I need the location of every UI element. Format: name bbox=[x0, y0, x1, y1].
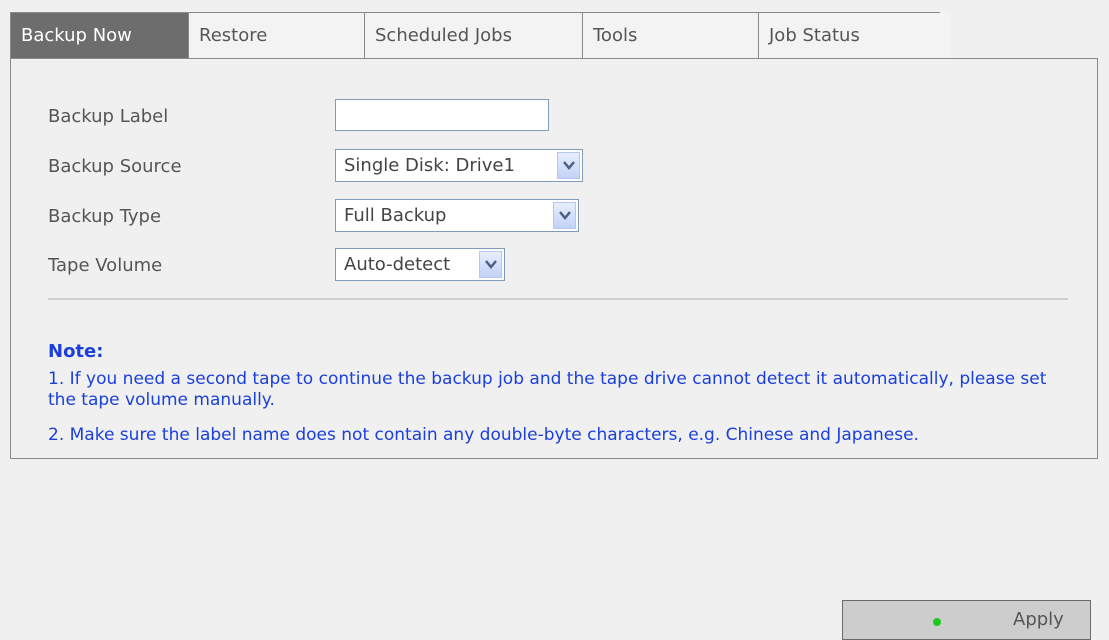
backup-type-label: Backup Type bbox=[48, 206, 162, 227]
note-item-1: 1. If you need a second tape to continue… bbox=[48, 369, 1047, 410]
backup-label-input[interactable] bbox=[335, 99, 549, 131]
backup-label-label: Backup Label bbox=[48, 106, 169, 127]
backup-now-panel: Backup Label Backup Source Single Disk: … bbox=[10, 58, 1098, 459]
tape-volume-label: Tape Volume bbox=[48, 255, 163, 276]
backup-type-select[interactable]: Full Backup bbox=[335, 199, 579, 232]
tab-scheduled-jobs[interactable]: Scheduled Jobs bbox=[364, 12, 582, 59]
backup-source-select[interactable]: Single Disk: Drive1 bbox=[335, 149, 583, 182]
tape-volume-select[interactable]: Auto-detect bbox=[335, 248, 505, 281]
tab-tools[interactable]: Tools bbox=[582, 12, 758, 59]
tape-volume-value: Auto-detect bbox=[344, 254, 451, 275]
tab-backup-now[interactable]: Backup Now bbox=[10, 12, 188, 59]
apply-button[interactable]: Apply bbox=[842, 600, 1091, 640]
apply-button-label: Apply bbox=[1013, 609, 1064, 630]
tab-restore[interactable]: Restore bbox=[188, 12, 364, 59]
chevron-down-icon[interactable] bbox=[557, 152, 580, 179]
note-title: Note: bbox=[48, 341, 104, 362]
note-item-2: 2. Make sure the label name does not con… bbox=[48, 425, 919, 445]
divider bbox=[48, 298, 1068, 300]
backup-source-label: Backup Source bbox=[48, 156, 182, 177]
chevron-down-icon[interactable] bbox=[479, 251, 502, 278]
backup-source-value: Single Disk: Drive1 bbox=[344, 155, 515, 176]
backup-type-value: Full Backup bbox=[344, 205, 447, 226]
tab-job-status[interactable]: Job Status bbox=[758, 12, 940, 59]
tab-bar: Backup Now Restore Scheduled Jobs Tools … bbox=[10, 12, 950, 59]
status-dot-icon bbox=[933, 618, 941, 626]
tab-blank bbox=[940, 12, 950, 59]
chevron-down-icon[interactable] bbox=[553, 202, 576, 229]
